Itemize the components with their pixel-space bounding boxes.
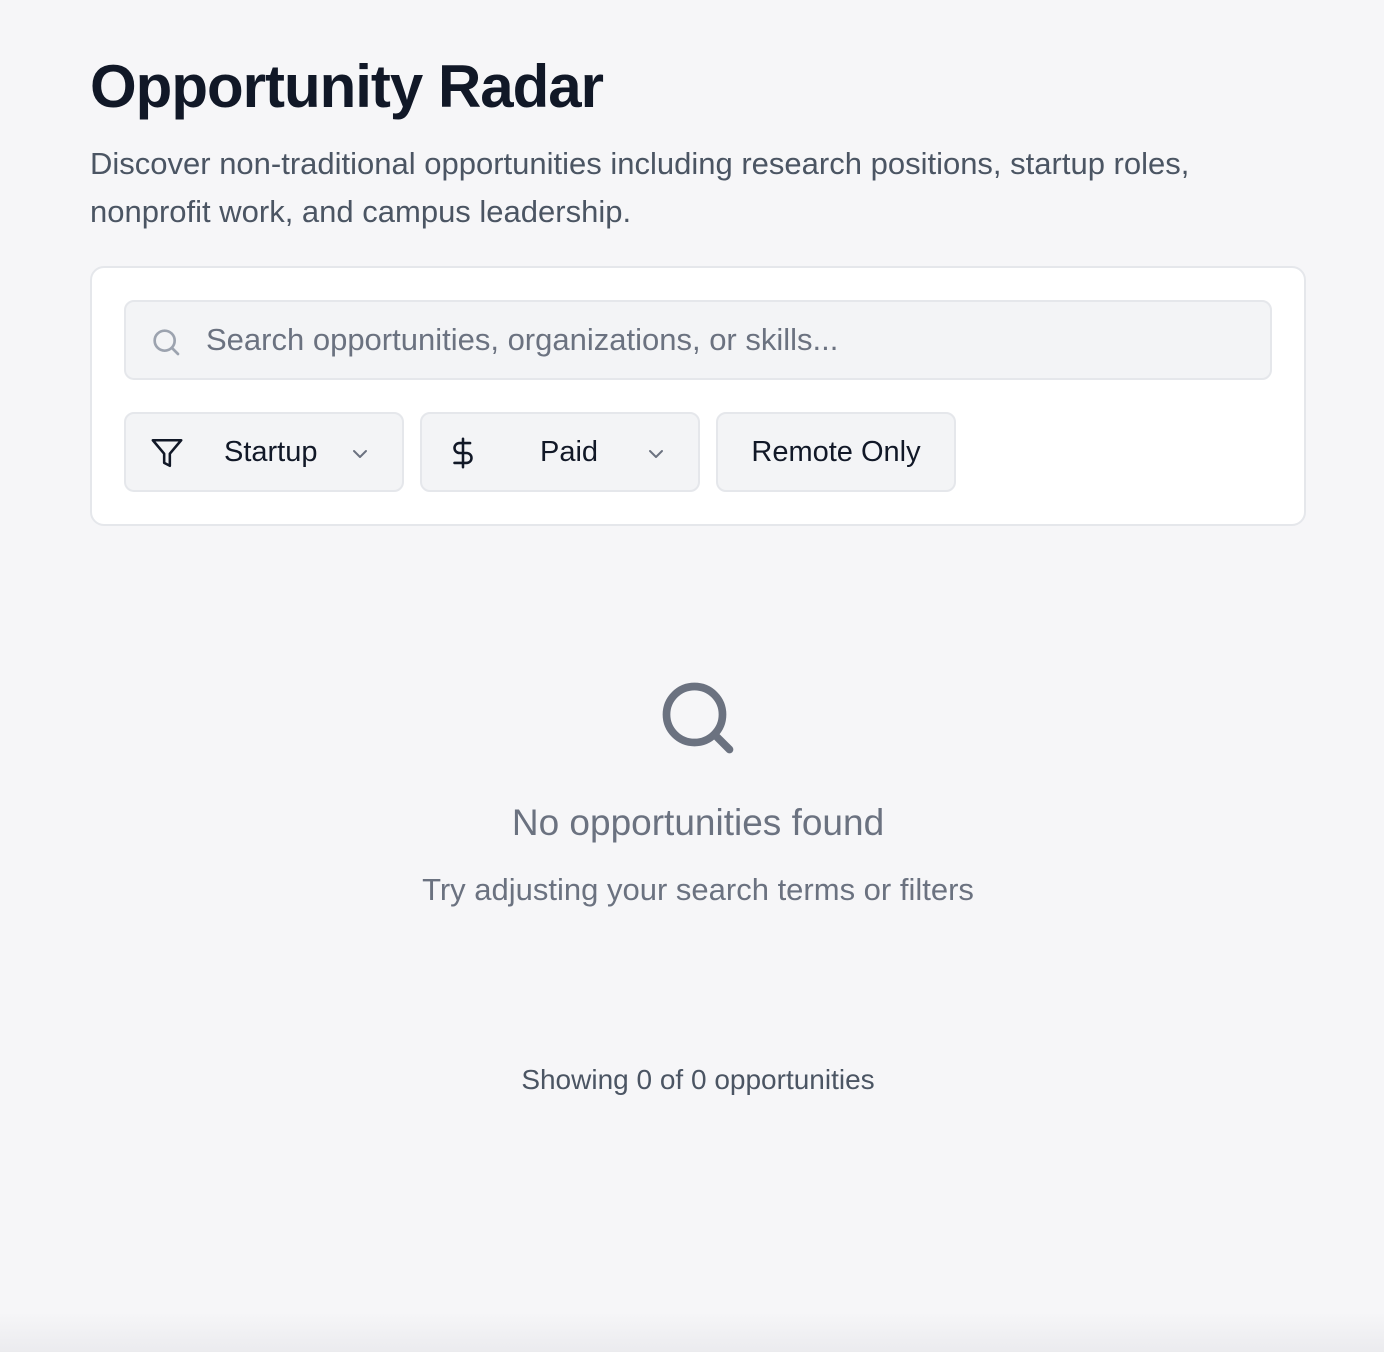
result-count: Showing 0 of 0 opportunities (521, 1064, 875, 1095)
filter-icon (151, 438, 183, 468)
bottom-shadow (0, 1312, 1384, 1352)
search-input[interactable] (206, 302, 1256, 378)
chevron-down-icon (353, 450, 367, 458)
empty-state-hint: Try adjusting your search terms or filte… (422, 872, 974, 907)
empty-state: No opportunities found Try adjusting you… (90, 676, 1306, 908)
compensation-dropdown[interactable]: Paid (420, 412, 700, 492)
filter-card: Startup Paid Remote Only (90, 266, 1306, 526)
remote-only-toggle[interactable]: Remote Only (716, 412, 956, 492)
search-box[interactable] (124, 300, 1272, 380)
search-icon (153, 329, 180, 356)
empty-state-title: No opportunities found (511, 802, 885, 843)
dollar-icon (453, 437, 473, 469)
chevron-down-icon (649, 450, 663, 458)
compensation-label: Paid (540, 436, 599, 468)
page-title: Opportunity Radar (90, 53, 604, 120)
opportunity-type-dropdown[interactable]: Startup (124, 412, 404, 492)
opportunity-type-label: Startup (224, 436, 318, 468)
remote-only-label: Remote Only (751, 436, 921, 468)
page-subtitle: Discover non-traditional opportunities i… (90, 146, 1190, 229)
search-icon (662, 682, 734, 754)
